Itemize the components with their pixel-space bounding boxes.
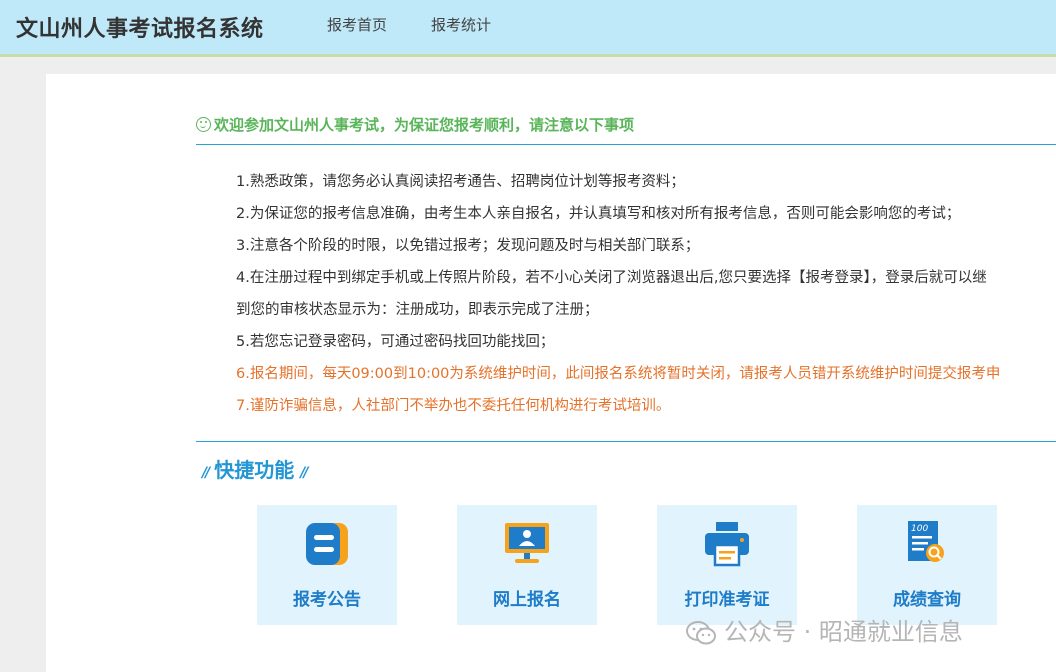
score-query-icon: 100 (908, 521, 944, 562)
notice-title-text: 欢迎参加文山州人事考试，为保证您报考顺利，请注意以下事项 (214, 116, 635, 134)
notice-warning-item: 6.报名期间，每天09:00到10:00为系统维护时间，此间报名系统将暂时关闭，… (236, 366, 1001, 382)
notice-item: 5.若您忘记登录密码，可通过密码找回功能找回； (236, 334, 555, 350)
slash-decoration: // (300, 465, 308, 481)
notice-warning-item: 7.谨防诈骗信息，人社部门不举办也不委托任何机构进行考试培训。 (236, 398, 671, 414)
print-admission-label: 打印准考证 (684, 590, 770, 610)
online-register-label: 网上报名 (493, 590, 561, 610)
smile-icon (196, 117, 211, 132)
online-register-card[interactable]: 网上报名 (457, 505, 597, 625)
divider (196, 144, 1056, 145)
score-query-label: 成绩查询 (893, 590, 961, 610)
top-header: 文山州人事考试报名系统 报考首页 报考统计 (0, 0, 1056, 57)
slash-decoration: // (202, 465, 210, 481)
notice-item: 到您的审核状态显示为：注册成功，即表示完成了注册； (236, 302, 599, 318)
divider (196, 441, 1056, 442)
nav-stats-link[interactable]: 报考统计 (431, 14, 491, 35)
announcement-label: 报考公告 (293, 590, 361, 610)
watermark: 公众号 · 昭通就业信息 (686, 612, 963, 647)
score-query-card[interactable]: 100 成绩查询 (857, 505, 997, 625)
main-panel: 欢迎参加文山州人事考试，为保证您报考顺利，请注意以下事项 1.熟悉政策，请您务必… (46, 74, 1056, 672)
notice-item: 3.注意各个阶段的时限，以免错过报考；发现问题及时与相关部门联系； (236, 238, 700, 254)
announcement-icon (306, 523, 348, 565)
notice-list: 1.熟悉政策，请您务必认真阅读招考通告、招聘岗位计划等报考资料； 2.为保证您的… (236, 166, 1056, 422)
quick-functions-heading: //快捷功能// (196, 454, 312, 483)
nav-home-link[interactable]: 报考首页 (327, 14, 387, 35)
wechat-icon (686, 621, 716, 645)
notice-item: 4.在注册过程中到绑定手机或上传照片阶段，若不小心关闭了浏览器退出后,您只要选择… (236, 270, 987, 286)
svg-text:100: 100 (911, 524, 928, 534)
online-register-icon (505, 523, 549, 563)
notice-item: 2.为保证您的报考信息准确，由考生本人亲自报名，并认真填写和核对所有报考信息，否… (236, 206, 961, 222)
announcement-card[interactable]: 报考公告 (257, 505, 397, 625)
notice-heading: 欢迎参加文山州人事考试，为保证您报考顺利，请注意以下事项 (196, 114, 634, 135)
watermark-text: 公众号 · 昭通就业信息 (724, 618, 963, 646)
print-admission-card[interactable]: 打印准考证 (657, 505, 797, 625)
printer-icon (705, 522, 749, 567)
quick-functions-title: 快捷功能 (214, 458, 295, 482)
site-title: 文山州人事考试报名系统 (16, 17, 264, 42)
notice-item: 1.熟悉政策，请您务必认真阅读招考通告、招聘岗位计划等报考资料； (236, 174, 685, 190)
